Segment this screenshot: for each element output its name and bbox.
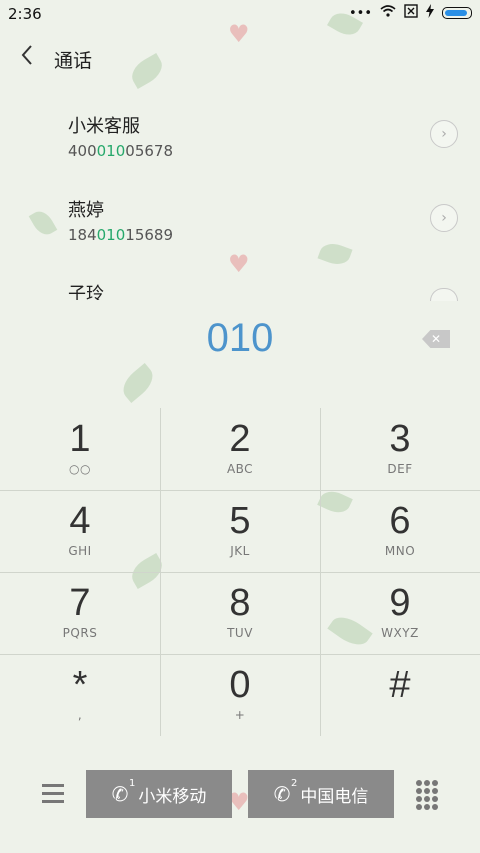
key-4[interactable]: 4 GHI [0, 490, 160, 572]
key-1[interactable]: 1 ○○ [0, 408, 160, 490]
contact-item[interactable]: 子玲 [68, 280, 428, 300]
signal-dots-icon: ••• [348, 5, 372, 21]
key-0[interactable]: 0 + [160, 654, 320, 736]
key-star[interactable]: *, [0, 654, 160, 736]
key-9[interactable]: 9 WXYZ [320, 572, 480, 654]
phone-icon: ✆ 1 [111, 778, 136, 806]
status-bar: 2:36 ••• [0, 0, 480, 28]
voicemail-icon: ○○ [69, 462, 91, 476]
contact-name: 小米客服 [68, 116, 140, 137]
key-8[interactable]: 8 TUV [160, 572, 320, 654]
menu-icon[interactable] [42, 784, 64, 808]
contact-number: 18401015689 [68, 226, 173, 244]
dial-keypad: 1 ○○ 2 ABC 3 DEF 4 GHI 5 JKL 6 MNO 7 PQRS 8 TUV … [0, 408, 480, 736]
contact-detail-chevron-icon[interactable]: › [430, 204, 458, 232]
contact-item[interactable]: 小米客服 40001005678 [68, 112, 428, 160]
call-sim1-button[interactable]: ✆ 1 小米移动 [86, 770, 232, 818]
contact-item[interactable]: 燕婷 18401015689 [68, 196, 428, 244]
key-7[interactable]: 7 PQRS [0, 572, 160, 654]
call-sim2-button[interactable]: ✆ 2 中国电信 [248, 770, 394, 818]
phone-icon: ✆ 2 [273, 778, 298, 806]
dialpad-toggle-icon[interactable] [416, 780, 438, 810]
key-5[interactable]: 5 JKL [160, 490, 320, 572]
wifi-icon [380, 5, 396, 21]
key-3[interactable]: 3 DEF [320, 408, 480, 490]
background-heart: ♥ [228, 250, 250, 278]
key-2[interactable]: 2 ABC [160, 408, 320, 490]
key-hash[interactable]: # [320, 654, 480, 736]
status-icons: ••• [349, 4, 472, 22]
contact-detail-chevron-icon[interactable]: › [430, 120, 458, 148]
contact-name: 燕婷 [68, 200, 104, 221]
bottom-bar: ✆ 1 小米移动 ✆ 2 中国电信 [0, 770, 480, 822]
dialed-number-display: 010 [206, 316, 274, 360]
page-title: 通话 [54, 50, 93, 72]
key-6[interactable]: 6 MNO [320, 490, 480, 572]
contact-name: 子玲 [68, 284, 104, 300]
background-leaf [117, 363, 159, 403]
background-leaf [28, 207, 58, 239]
contact-detail-chevron-icon[interactable] [430, 288, 458, 301]
header: 通话 [0, 36, 480, 80]
charging-icon [426, 4, 434, 22]
battery-icon [442, 7, 472, 19]
contact-number: 40001005678 [68, 142, 173, 160]
no-sim-icon [404, 4, 418, 22]
sim2-label: 中国电信 [300, 786, 369, 807]
sim1-label: 小米移动 [138, 786, 207, 807]
status-time: 2:36 [8, 5, 42, 23]
back-arrow-icon[interactable] [20, 44, 34, 72]
